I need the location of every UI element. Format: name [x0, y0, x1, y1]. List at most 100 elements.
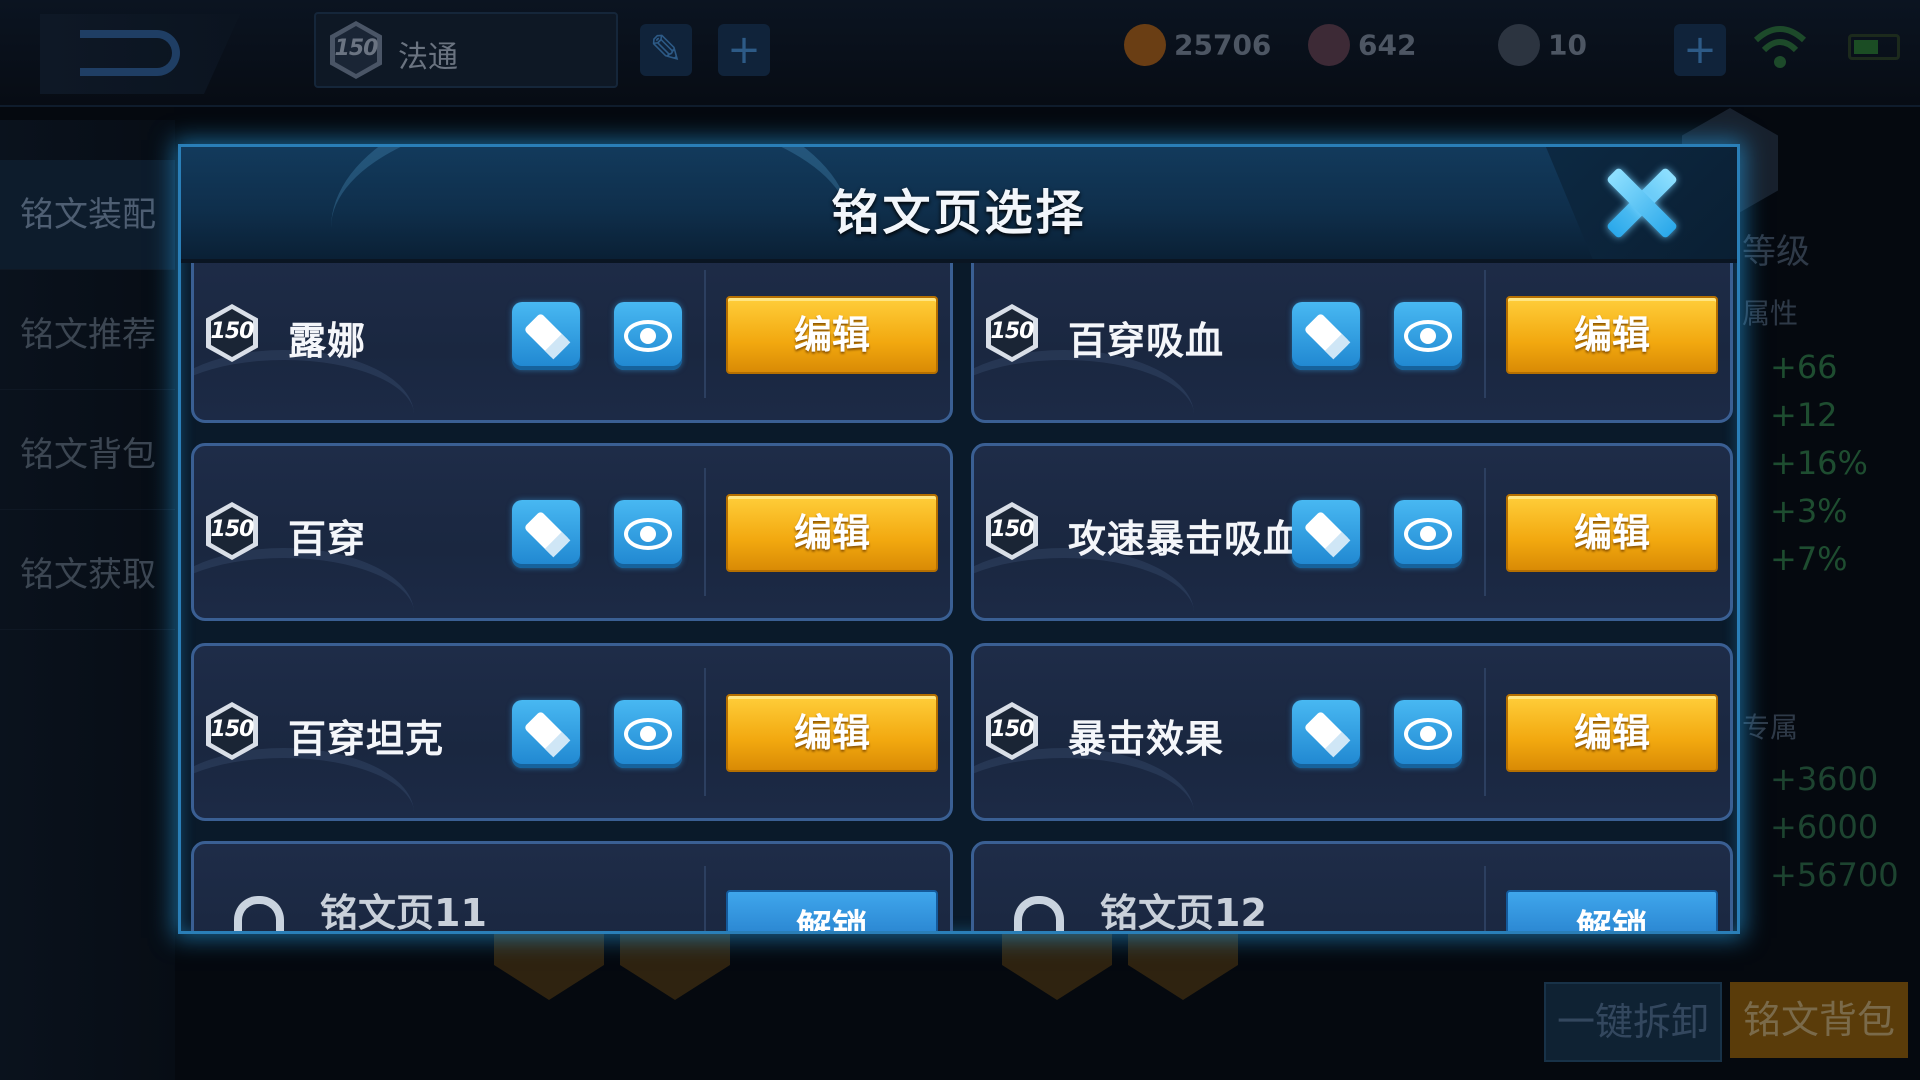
rename-button[interactable]: [1292, 700, 1360, 768]
inscription-sidebar: 铭文装配 铭文推荐 铭文背包 铭文获取: [0, 120, 175, 1080]
gold-coin-icon: [1124, 24, 1166, 66]
edit-button[interactable]: 编辑: [726, 494, 938, 572]
eye-icon: [624, 518, 672, 550]
player-name: 法通: [398, 40, 458, 75]
page-name: 暴击效果: [1068, 717, 1225, 761]
gold-counter: 25706: [1124, 24, 1271, 68]
unlock-button[interactable]: 解锁: [1506, 890, 1718, 931]
exclusive-label: 专属: [1742, 711, 1799, 744]
attribute-label: 属性: [1742, 297, 1799, 330]
inscription-page-card[interactable]: 150 百穿 编辑: [191, 443, 953, 621]
eraser-icon: [1303, 510, 1351, 558]
recharge-button[interactable]: +: [1674, 24, 1726, 76]
preview-button[interactable]: [614, 700, 682, 768]
inscription-page-card[interactable]: 150 攻速暴击吸血 编辑: [971, 443, 1733, 621]
page-name: 攻速暴击吸血: [1068, 517, 1303, 561]
diamond-counter: 642: [1308, 24, 1416, 68]
inscription-bag-button[interactable]: 铭文背包: [1730, 982, 1908, 1058]
back-button[interactable]: [40, 14, 240, 94]
one-click-unequip-button[interactable]: 一键拆卸: [1544, 982, 1722, 1062]
inscription-page-card[interactable]: 150 百穿吸血 编辑: [971, 263, 1733, 423]
wifi-icon: [1753, 26, 1807, 68]
player-profile[interactable]: 150 法通: [314, 12, 618, 88]
diamond-icon: [1308, 24, 1350, 66]
eraser-icon: [523, 710, 571, 758]
back-arrow-icon: [80, 30, 180, 76]
lock-icon: [224, 896, 294, 931]
stat-value: +3%: [1770, 492, 1848, 530]
lock-icon: [1004, 896, 1074, 931]
stat-value: +66: [1770, 348, 1838, 386]
level-badge-icon: 150: [986, 502, 1038, 560]
sidebar-item-recommend[interactable]: 铭文推荐: [0, 280, 175, 390]
slot-badge-icon: [620, 930, 730, 1000]
eraser-icon: [523, 510, 571, 558]
sidebar-item-obtain[interactable]: 铭文获取: [0, 520, 175, 630]
locked-inscription-page-card[interactable]: 铭文页11 解锁: [191, 841, 953, 934]
close-icon[interactable]: [1603, 165, 1679, 241]
stat-value: +16%: [1770, 444, 1868, 482]
rename-button[interactable]: [512, 302, 580, 370]
stat-value: +7%: [1770, 540, 1848, 578]
page-name: 百穿吸血: [1068, 319, 1225, 363]
inscription-page-select-dialog: 铭文页选择 150 露娜 编辑 150 百穿吸血 编辑 150 百穿 编辑 15…: [178, 144, 1740, 934]
dialog-header: 铭文页选择: [181, 147, 1737, 263]
rename-button[interactable]: [512, 700, 580, 768]
preview-button[interactable]: [1394, 302, 1462, 370]
eye-icon: [624, 320, 672, 352]
edit-button[interactable]: 编辑: [726, 694, 938, 772]
inscription-page-card[interactable]: 150 露娜 编辑: [191, 263, 953, 423]
slot-badge-icon: [1128, 930, 1238, 1000]
battery-icon: [1848, 34, 1900, 60]
eraser-icon: [523, 312, 571, 360]
edit-button[interactable]: 编辑: [726, 296, 938, 374]
level-badge-icon: 150: [330, 21, 382, 79]
level-badge-icon: 150: [986, 702, 1038, 760]
exclusive-stat-value: +3600: [1770, 760, 1879, 798]
eye-icon: [1404, 320, 1452, 352]
eye-icon: [624, 718, 672, 750]
rename-icon[interactable]: ✎: [640, 24, 692, 76]
dialog-title: 铭文页选择: [831, 185, 1087, 241]
stat-value: +12: [1770, 396, 1838, 434]
preview-button[interactable]: [1394, 500, 1462, 568]
rename-button[interactable]: [1292, 500, 1360, 568]
preview-button[interactable]: [614, 500, 682, 568]
edit-button[interactable]: 编辑: [1506, 494, 1718, 572]
slot-badge-icon: [1002, 930, 1112, 1000]
page-name: 露娜: [288, 319, 367, 363]
preview-button[interactable]: [614, 302, 682, 370]
page-name: 百穿: [288, 517, 367, 561]
level-badge-icon: 150: [206, 502, 258, 560]
eraser-icon: [1303, 312, 1351, 360]
locked-page-name: 铭文页12: [1100, 891, 1267, 934]
locked-inscription-page-card[interactable]: 铭文页12 解锁: [971, 841, 1733, 934]
level-badge-icon: 150: [206, 702, 258, 760]
voucher-icon: [1498, 24, 1540, 66]
exclusive-stat-value: +6000: [1770, 808, 1879, 846]
preview-button[interactable]: [1394, 700, 1462, 768]
eye-icon: [1404, 518, 1452, 550]
unlock-button[interactable]: 解锁: [726, 890, 938, 931]
rename-button[interactable]: [512, 500, 580, 568]
edit-button[interactable]: 编辑: [1506, 694, 1718, 772]
top-bar: 150 法通 ✎ + 25706 642 10 +: [0, 0, 1920, 107]
voucher-counter: 10: [1498, 24, 1587, 68]
eraser-icon: [1303, 710, 1351, 758]
sidebar-item-bag[interactable]: 铭文背包: [0, 400, 175, 510]
inscription-page-list[interactable]: 150 露娜 编辑 150 百穿吸血 编辑 150 百穿 编辑 150 攻速暴击…: [181, 263, 1737, 934]
edit-button[interactable]: 编辑: [1506, 296, 1718, 374]
level-badge-icon: 150: [206, 304, 258, 362]
exclusive-stat-value: +56700: [1770, 856, 1899, 894]
eye-icon: [1404, 718, 1452, 750]
level-label: 等级: [1742, 232, 1810, 272]
locked-page-name: 铭文页11: [320, 891, 487, 934]
add-page-button[interactable]: +: [718, 24, 770, 76]
inscription-page-card[interactable]: 150 暴击效果 编辑: [971, 643, 1733, 821]
rename-button[interactable]: [1292, 302, 1360, 370]
sidebar-item-equip[interactable]: 铭文装配: [0, 160, 175, 270]
slot-badge-icon: [494, 930, 604, 1000]
page-name: 百穿坦克: [288, 717, 445, 761]
level-badge-icon: 150: [986, 304, 1038, 362]
inscription-page-card[interactable]: 150 百穿坦克 编辑: [191, 643, 953, 821]
